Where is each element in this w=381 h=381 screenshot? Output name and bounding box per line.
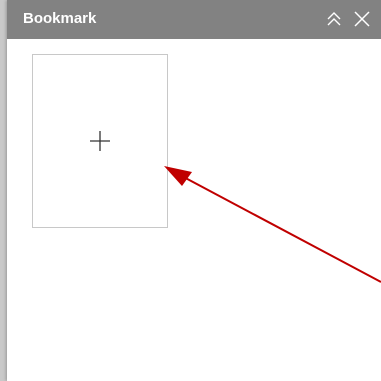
plus-icon — [90, 131, 110, 151]
close-icon — [354, 11, 370, 27]
panel-title: Bookmark — [23, 10, 97, 27]
double-chevron-up-icon — [327, 12, 341, 26]
bookmark-panel: Bookmark — [7, 0, 381, 381]
add-bookmark-button[interactable] — [32, 54, 168, 228]
panel-header: Bookmark — [7, 0, 381, 39]
close-button[interactable] — [351, 8, 373, 30]
collapse-button[interactable] — [323, 8, 345, 30]
